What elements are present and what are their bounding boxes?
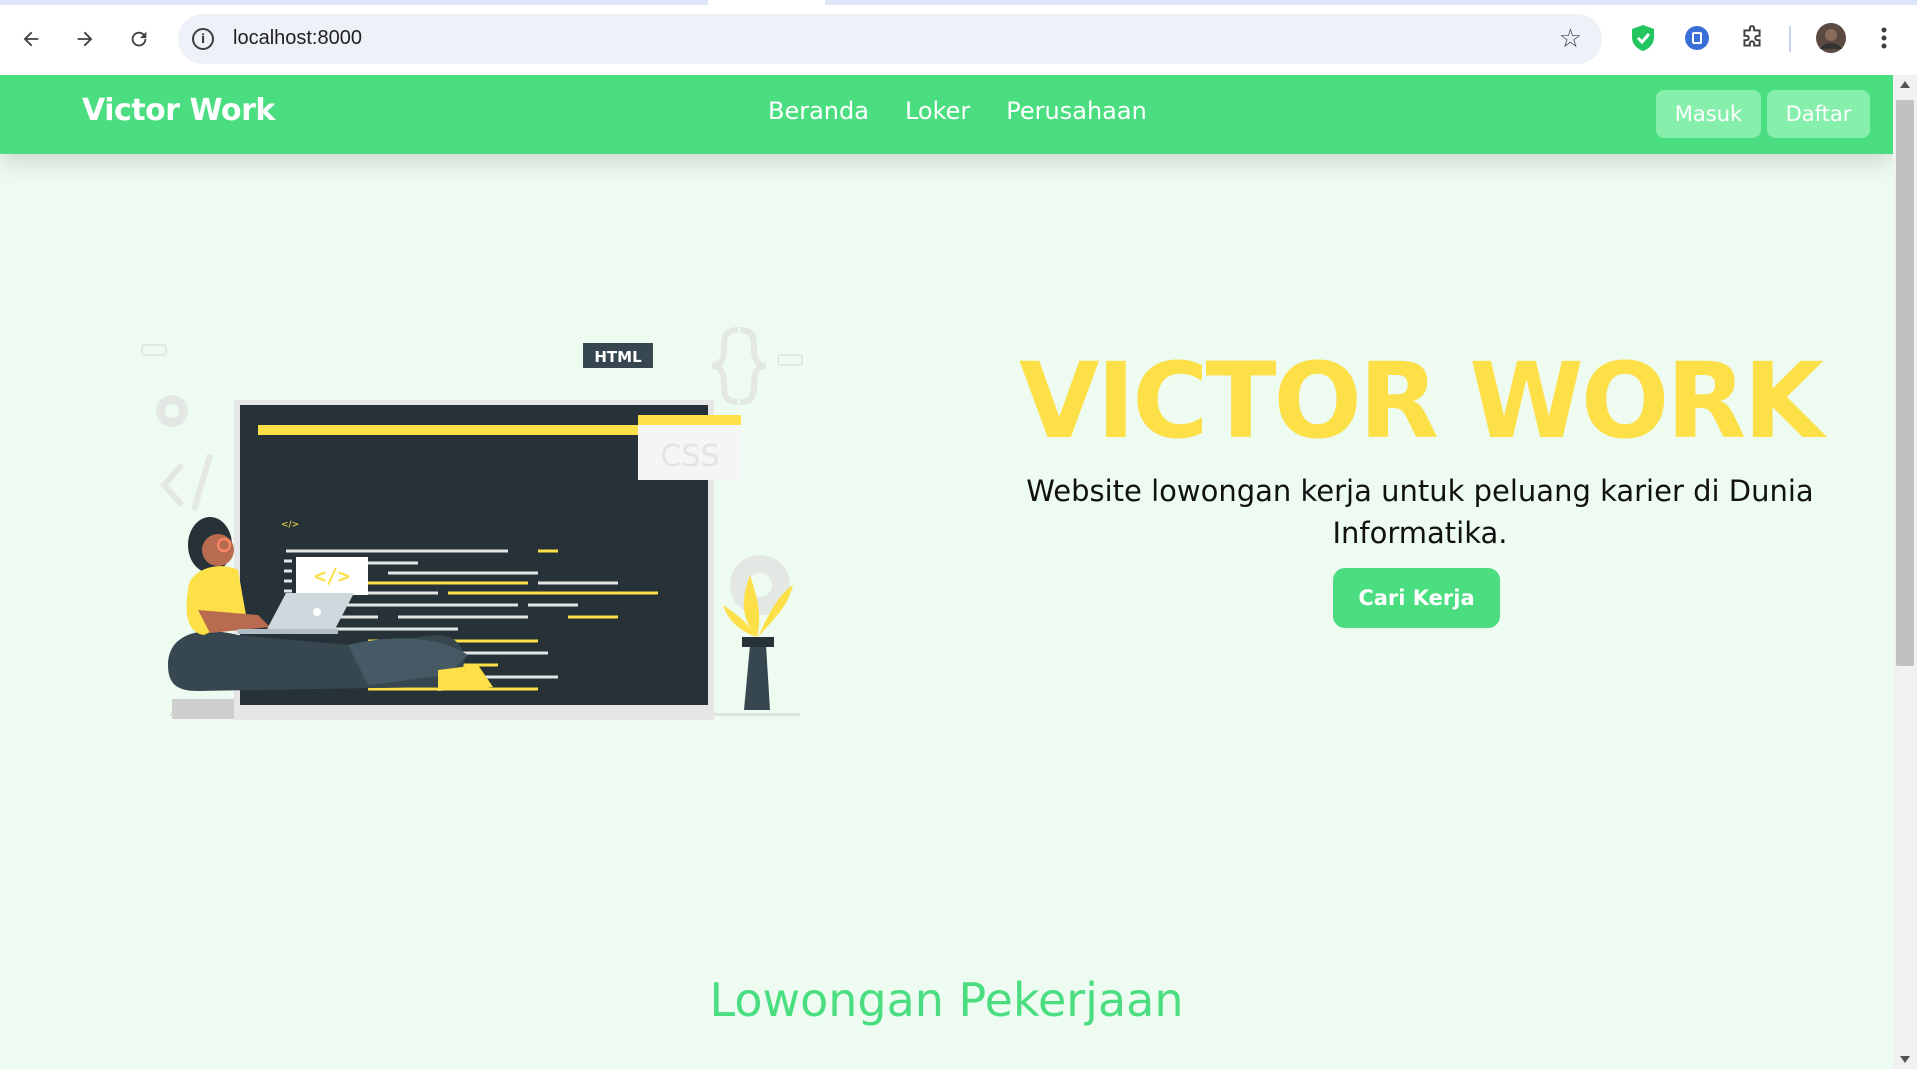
- active-tab-indicator[interactable]: [708, 0, 825, 5]
- menu-item-loker[interactable]: Loker: [905, 97, 970, 125]
- bookmark-star-icon[interactable]: ☆: [1559, 24, 1582, 54]
- address-bar[interactable]: i localhost:8000 ☆: [178, 14, 1602, 64]
- scroll-down-icon[interactable]: [1900, 1056, 1910, 1063]
- site-info-icon[interactable]: i: [192, 28, 214, 50]
- svg-text:</>: </>: [281, 520, 299, 530]
- svg-text:</>: </>: [314, 564, 350, 588]
- menu-item-beranda[interactable]: Beranda: [768, 97, 869, 125]
- url-text[interactable]: localhost:8000: [233, 27, 362, 50]
- css-label: CSS: [660, 439, 719, 474]
- blue-extension-icon[interactable]: [1681, 22, 1713, 54]
- shield-extension-icon[interactable]: [1627, 22, 1659, 54]
- hero-description: Website lowongan kerja untuk peluang kar…: [1026, 474, 1814, 550]
- forward-icon[interactable]: [67, 21, 103, 57]
- login-button[interactable]: Masuk: [1656, 90, 1761, 138]
- browser-chrome: i localhost:8000 ☆: [0, 0, 1917, 75]
- job-listings-heading: Lowongan Pekerjaan: [709, 973, 1184, 1027]
- menu-item-perusahaan[interactable]: Perusahaan: [1006, 97, 1147, 125]
- hero-illustration: </> HTML CSS </>: [141, 327, 803, 720]
- scrollbar-thumb[interactable]: [1896, 100, 1914, 666]
- html-label: HTML: [594, 348, 642, 366]
- page-viewport: Victor Work Beranda Loker Perusahaan Mas…: [0, 75, 1893, 1069]
- hero-title: VICTOR WORK: [1019, 340, 1824, 462]
- menu-kebab-icon[interactable]: [1868, 22, 1900, 54]
- profile-avatar[interactable]: [1815, 22, 1847, 54]
- toolbar-separator: [1789, 26, 1791, 52]
- puzzle-extensions-icon[interactable]: [1736, 22, 1768, 54]
- main-menu: Beranda Loker Perusahaan: [768, 97, 1147, 125]
- scroll-up-icon[interactable]: [1900, 81, 1910, 88]
- tab-strip: [0, 0, 1917, 5]
- brand-logo[interactable]: Victor Work: [82, 93, 275, 128]
- back-icon[interactable]: [13, 21, 49, 57]
- page-scrollbar[interactable]: [1893, 75, 1917, 1069]
- find-job-button[interactable]: Cari Kerja: [1333, 568, 1500, 628]
- reload-icon[interactable]: [121, 21, 157, 57]
- site-navbar: Victor Work Beranda Loker Perusahaan Mas…: [0, 75, 1893, 154]
- register-button[interactable]: Daftar: [1767, 90, 1870, 138]
